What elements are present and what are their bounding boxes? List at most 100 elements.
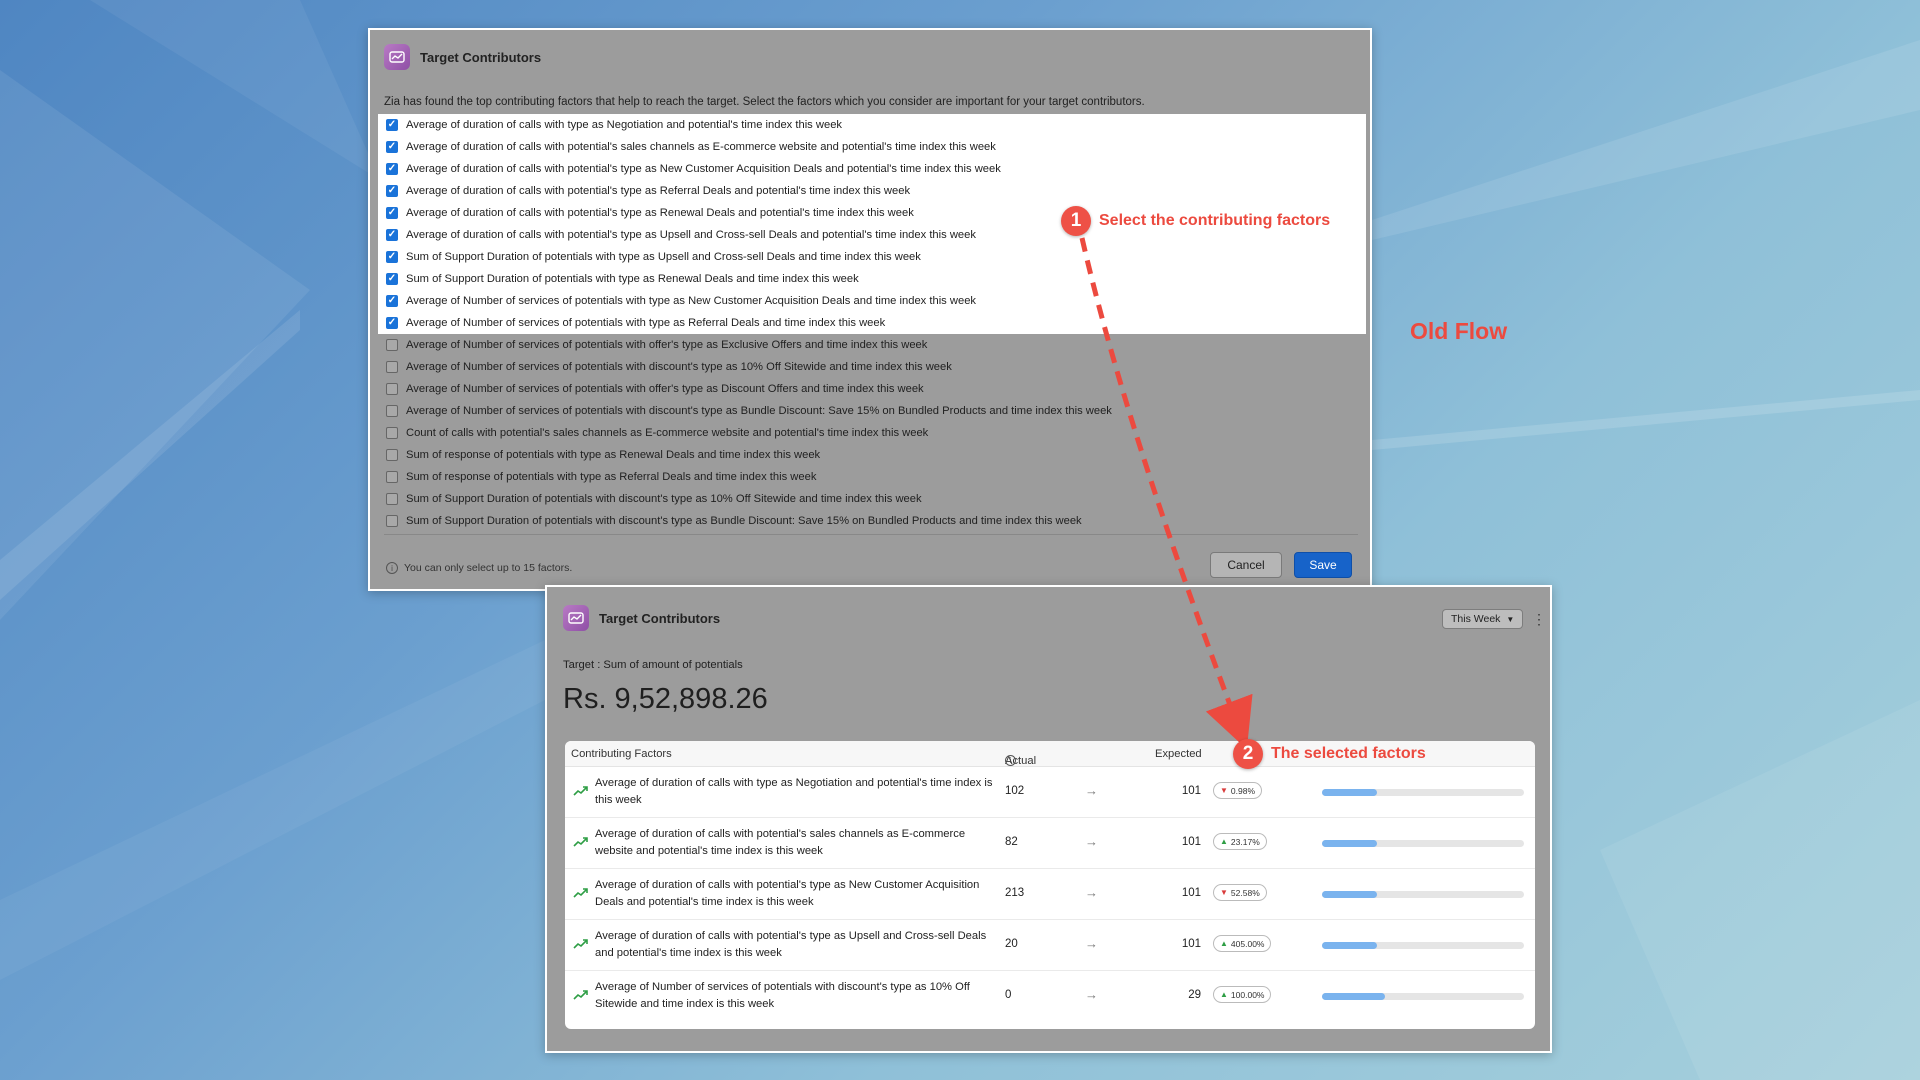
triangle-down-icon: ▼: [1220, 786, 1228, 795]
trend-up-icon: [573, 990, 588, 1000]
factor-checkbox[interactable]: [386, 141, 398, 153]
divider: [384, 534, 1358, 535]
factor-label: Sum of Support Duration of potentials wi…: [406, 273, 859, 285]
factor-option[interactable]: Average of Number of services of potenti…: [378, 290, 1366, 312]
progress-fill: [1322, 993, 1385, 1000]
target-contributors-icon: [563, 605, 589, 631]
factor-checkbox[interactable]: [386, 515, 398, 527]
progress-fill: [1322, 891, 1377, 898]
arrow-right-icon: →: [1085, 936, 1098, 951]
expected-value: 101: [1181, 887, 1201, 899]
period-dropdown-value: This Week: [1451, 613, 1501, 625]
factor-checkbox[interactable]: [386, 383, 398, 395]
factor-checkbox[interactable]: [386, 339, 398, 351]
factor-checkbox[interactable]: [386, 185, 398, 197]
factor-option[interactable]: Sum of response of potentials with type …: [378, 444, 1366, 466]
factor-name: Average of Number of services of potenti…: [595, 981, 970, 1010]
factor-checkbox[interactable]: [386, 449, 398, 461]
factor-checkbox[interactable]: [386, 295, 398, 307]
chevron-down-icon: ▼: [1506, 614, 1515, 624]
change-value: 0.98%: [1230, 785, 1256, 796]
table-row: Average of duration of calls with type a…: [565, 767, 1535, 818]
factor-checkbox[interactable]: [386, 163, 398, 175]
triangle-up-icon: ▲: [1220, 939, 1228, 948]
factor-option[interactable]: Average of Number of services of potenti…: [378, 356, 1366, 378]
factor-option[interactable]: Average of duration of calls with potent…: [378, 180, 1366, 202]
step-badge: 2: [1233, 739, 1263, 769]
factor-checkbox[interactable]: [386, 427, 398, 439]
target-contributors-icon: [384, 44, 410, 70]
factor-label: Average of duration of calls with potent…: [406, 141, 996, 153]
progress-bar: [1322, 942, 1524, 949]
factor-checkbox[interactable]: [386, 471, 398, 483]
panel-title: Target Contributors: [599, 610, 721, 626]
progress-bar: [1322, 891, 1524, 898]
factor-option[interactable]: Sum of Support Duration of potentials wi…: [378, 488, 1366, 510]
period-dropdown[interactable]: This Week ▼: [1442, 609, 1524, 629]
factor-option[interactable]: Sum of response of potentials with type …: [378, 466, 1366, 488]
factor-checkbox[interactable]: [386, 493, 398, 505]
arrow-right-icon: →: [1085, 783, 1098, 798]
factor-option[interactable]: Sum of Support Duration of potentials wi…: [378, 510, 1366, 532]
factor-label: Average of duration of calls with potent…: [406, 229, 976, 241]
table-body: Average of duration of calls with type a…: [565, 767, 1535, 1022]
factor-label: Average of duration of calls with potent…: [406, 185, 911, 197]
factor-option[interactable]: Average of duration of calls with potent…: [378, 158, 1366, 180]
dialog-title: Target Contributors: [420, 49, 542, 65]
factor-label: Average of Number of services of potenti…: [406, 339, 928, 351]
actual-value: 213: [1005, 887, 1025, 899]
arrow-right-icon: →: [1085, 987, 1098, 1002]
factor-label: Sum of Support Duration of potentials wi…: [406, 251, 921, 263]
info-icon[interactable]: i: [1005, 755, 1016, 766]
factor-label: Average of Number of services of potenti…: [406, 317, 886, 329]
triangle-up-icon: ▲: [1220, 990, 1228, 999]
factor-label: Sum of response of potentials with type …: [406, 471, 817, 483]
actual-value: 102: [1005, 785, 1025, 797]
factor-option[interactable]: Average of Number of services of potenti…: [378, 334, 1366, 356]
factor-option[interactable]: Sum of Support Duration of potentials wi…: [378, 268, 1366, 290]
factor-option[interactable]: Count of calls with potential's sales ch…: [378, 422, 1366, 444]
change-badge: ▲ 405.00%: [1213, 935, 1272, 952]
factor-checkbox[interactable]: [386, 229, 398, 241]
change-value: 100.00%: [1230, 989, 1265, 1000]
flow-label: Old Flow: [1410, 318, 1508, 344]
expected-value: 29: [1188, 989, 1201, 1001]
selection-limit-note: i You can only select up to 15 factors.: [386, 562, 572, 574]
factor-checkbox[interactable]: [386, 405, 398, 417]
factor-checkbox[interactable]: [386, 273, 398, 285]
target-contributors-selection-dialog: Target Contributors Zia has found the to…: [368, 28, 1372, 591]
save-button[interactable]: Save: [1294, 552, 1352, 578]
factor-option[interactable]: Average of Number of services of potenti…: [378, 400, 1366, 422]
factor-checkbox[interactable]: [386, 119, 398, 131]
table-row: Average of Number of services of potenti…: [565, 971, 1535, 1022]
progress-fill: [1322, 942, 1377, 949]
factor-option[interactable]: Average of duration of calls with potent…: [378, 136, 1366, 158]
factor-checkbox[interactable]: [386, 361, 398, 373]
factor-option[interactable]: Average of Number of services of potenti…: [378, 312, 1366, 334]
annotation-step-1: 1 Select the contributing factors: [1061, 206, 1330, 236]
factor-option[interactable]: Sum of Support Duration of potentials wi…: [378, 246, 1366, 268]
progress-bar: [1322, 993, 1524, 1000]
dialog-description: Zia has found the top contributing facto…: [384, 96, 1145, 108]
target-value: Rs. 9,52,898.26: [563, 683, 768, 715]
column-expected: Expected: [1155, 748, 1202, 760]
factor-label: Average of Number of services of potenti…: [406, 383, 924, 395]
factor-checkbox[interactable]: [386, 317, 398, 329]
expected-value: 101: [1181, 785, 1201, 797]
factor-checkbox[interactable]: [386, 207, 398, 219]
table-row: Average of duration of calls with potent…: [565, 818, 1535, 869]
factor-option[interactable]: Average of Number of services of potenti…: [378, 378, 1366, 400]
trend-up-icon: [573, 786, 588, 796]
factor-option[interactable]: Average of duration of calls with type a…: [378, 114, 1366, 136]
factor-label: Sum of Support Duration of potentials wi…: [406, 515, 1082, 527]
factor-name: Average of duration of calls with type a…: [595, 777, 993, 806]
change-badge: ▲ 23.17%: [1213, 833, 1267, 850]
table-row: Average of duration of calls with potent…: [565, 869, 1535, 920]
factor-label: Sum of Support Duration of potentials wi…: [406, 493, 922, 505]
more-options-icon[interactable]: ⋮: [1532, 609, 1546, 629]
factor-name: Average of duration of calls with potent…: [595, 828, 966, 857]
cancel-button[interactable]: Cancel: [1210, 552, 1282, 578]
factor-checkbox[interactable]: [386, 251, 398, 263]
arrow-right-icon: →: [1085, 885, 1098, 900]
trend-up-icon: [573, 837, 588, 847]
